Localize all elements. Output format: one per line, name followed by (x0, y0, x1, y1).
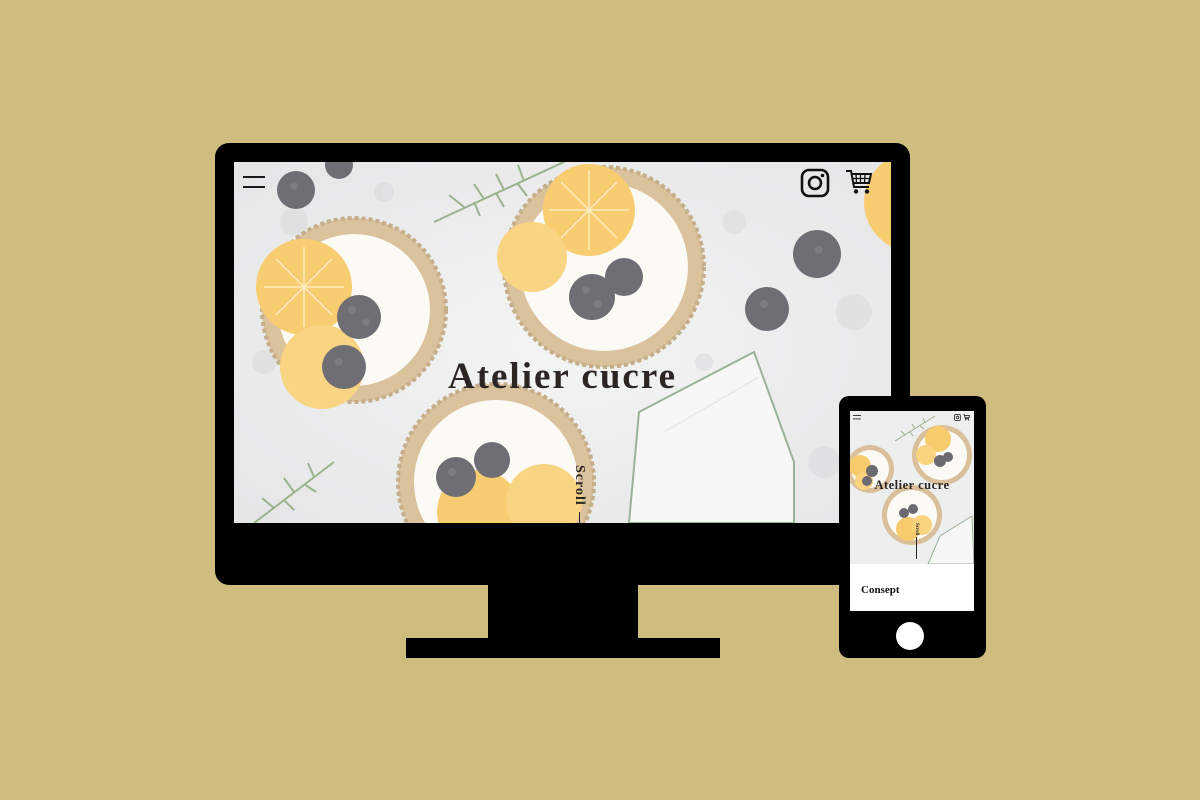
phone-scroll-label: Scroll (914, 523, 919, 536)
hamburger-menu-icon[interactable] (243, 174, 265, 190)
phone-scroll-line (915, 537, 917, 560)
desktop-screen: Atelier cucre Scroll (234, 162, 891, 523)
phone-hero: Atelier cucre Scroll (850, 411, 974, 564)
phone-site-title: Atelier cucre (874, 478, 950, 492)
hero-image (234, 162, 891, 523)
consept-heading: Consept (861, 584, 900, 596)
home-button[interactable] (896, 622, 924, 650)
phone-scroll-indicator[interactable]: Scroll (914, 523, 919, 560)
desktop-monitor: Atelier cucre Scroll (215, 143, 910, 585)
monitor-stand-neck (488, 584, 638, 640)
smartphone: Atelier cucre Scroll Consept (839, 396, 986, 658)
site-title: Atelier cucre (447, 356, 678, 397)
phone-shopping-cart-icon[interactable] (963, 414, 970, 421)
monitor-stand-base (406, 638, 720, 658)
shopping-cart-icon[interactable] (845, 168, 873, 196)
scroll-line (578, 511, 580, 523)
scroll-indicator[interactable]: Scroll (571, 465, 587, 523)
instagram-icon[interactable] (800, 168, 830, 198)
scroll-label: Scroll (572, 465, 587, 506)
phone-screen: Atelier cucre Scroll Consept (850, 411, 974, 611)
phone-instagram-icon[interactable] (954, 414, 961, 421)
phone-hamburger-menu-icon[interactable] (853, 414, 861, 420)
